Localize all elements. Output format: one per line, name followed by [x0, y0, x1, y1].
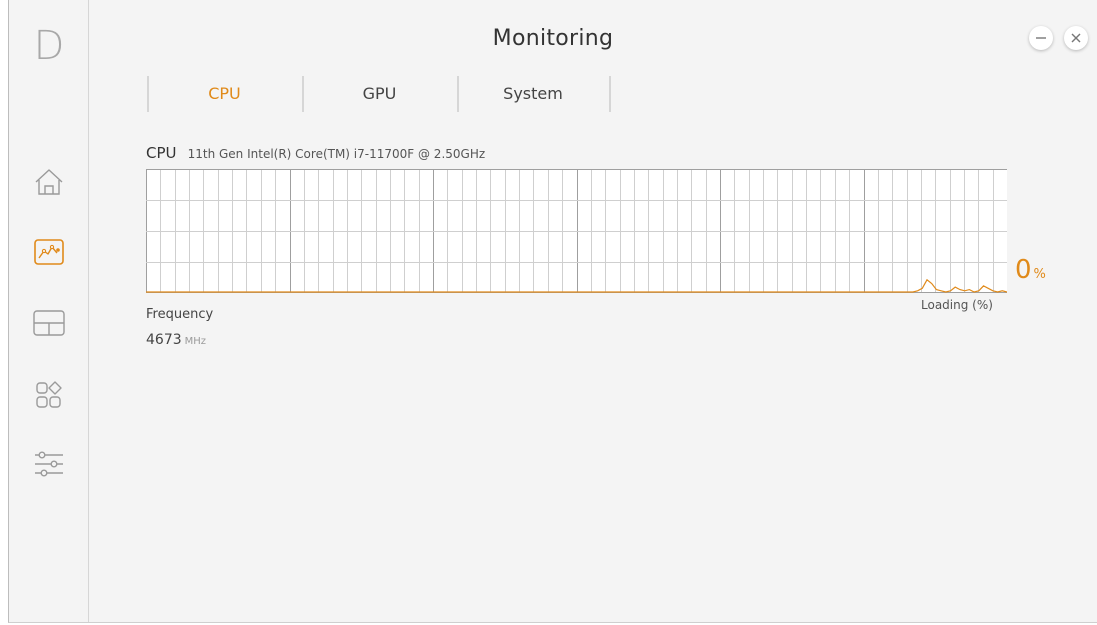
minimize-button[interactable] — [1029, 26, 1053, 50]
sidebar-item-layout[interactable] — [31, 305, 67, 341]
tab-divider — [609, 76, 611, 112]
sidebar-item-apps[interactable] — [31, 377, 67, 413]
sliders-icon — [35, 451, 63, 477]
cpu-header: CPU 11th Gen Intel(R) Core(TM) i7-11700F… — [146, 143, 485, 162]
cpu-load-value: 0 — [1015, 255, 1032, 285]
cpu-load-label: Loading (%) — [921, 298, 993, 312]
frequency-value: 4673 — [146, 332, 182, 348]
sidebar-item-home[interactable] — [31, 164, 67, 200]
frequency-unit: MHz — [184, 336, 207, 347]
tab-cpu[interactable]: CPU — [147, 84, 302, 103]
monitoring-window: D Monitoring CPU GPU System CPU 11th Gen… — [8, 0, 1097, 623]
chart-icon — [34, 239, 64, 265]
sidebar: D — [9, 0, 89, 622]
home-icon — [35, 169, 63, 195]
sidebar-item-settings[interactable] — [31, 446, 67, 482]
frequency-readout: 4673 MHz — [146, 332, 206, 348]
tab-system[interactable]: System — [457, 84, 609, 103]
close-icon — [1071, 33, 1081, 43]
sidebar-item-monitoring[interactable] — [31, 234, 67, 270]
cpu-load-unit: % — [1033, 267, 1046, 282]
cpu-label: CPU — [146, 144, 177, 162]
layout-icon — [33, 310, 65, 336]
close-button[interactable] — [1064, 26, 1088, 50]
page-title: Monitoring — [492, 26, 614, 51]
cpu-model: 11th Gen Intel(R) Core(TM) i7-11700F @ 2… — [187, 147, 486, 161]
cpu-load-readout: 0% — [1015, 255, 1046, 290]
frequency-label: Frequency — [146, 307, 214, 322]
minus-icon — [1036, 37, 1046, 39]
cpu-load-graph — [146, 169, 1008, 293]
tab-gpu[interactable]: GPU — [302, 84, 457, 103]
apps-icon — [36, 381, 62, 408]
cpu-load-chart — [146, 169, 1008, 293]
